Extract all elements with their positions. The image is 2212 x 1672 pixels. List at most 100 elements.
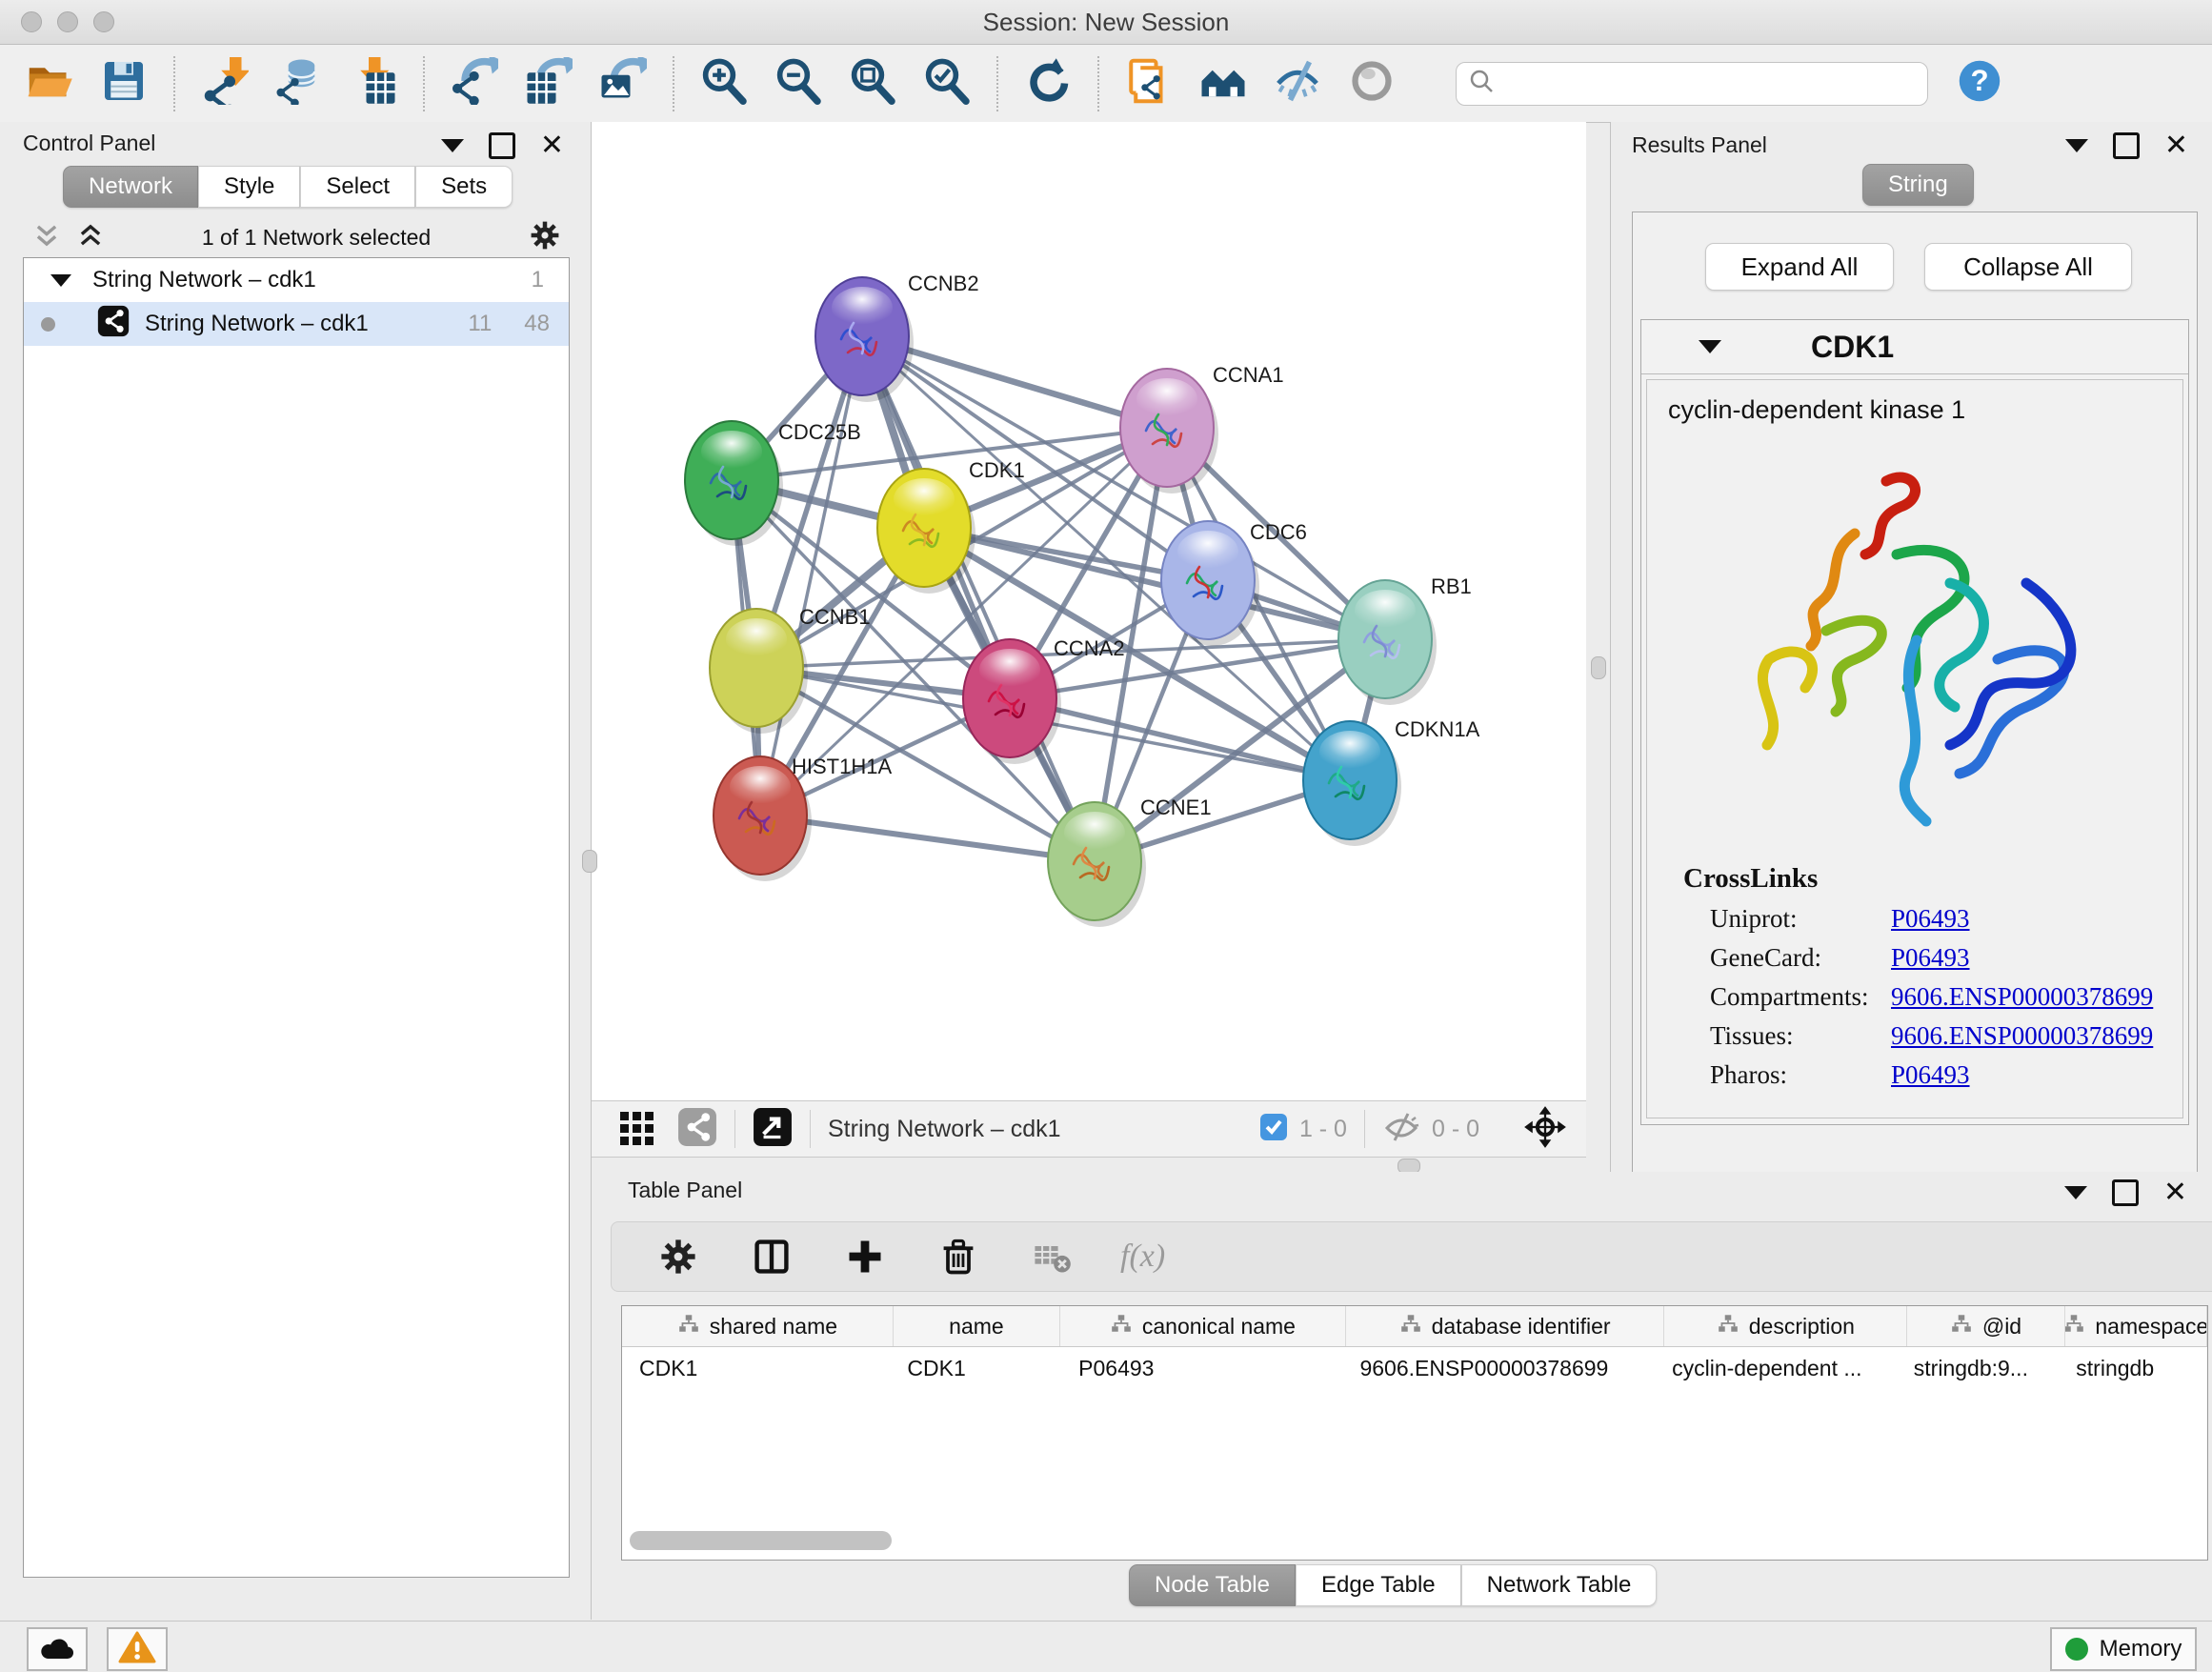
save-session-button[interactable] bbox=[99, 59, 149, 109]
import-network-database-button[interactable] bbox=[274, 59, 324, 109]
panel-menu-icon[interactable] bbox=[441, 139, 464, 152]
column-header-shared-name[interactable]: shared name bbox=[622, 1306, 894, 1346]
column-header-description[interactable]: description bbox=[1664, 1306, 1907, 1346]
column-header-name[interactable]: name bbox=[894, 1306, 1060, 1346]
node-label-CCNE1: CCNE1 bbox=[1140, 796, 1212, 819]
zoom-fit-icon bbox=[849, 57, 896, 110]
import-network-file-button[interactable] bbox=[200, 59, 250, 109]
grid-view-icon[interactable] bbox=[618, 1108, 656, 1151]
export-image-button[interactable] bbox=[598, 59, 648, 109]
cell-name[interactable]: CDK1 bbox=[890, 1347, 1061, 1389]
tab-select[interactable]: Select bbox=[300, 166, 415, 208]
collapse-all-button[interactable]: Collapse All bbox=[1924, 243, 2132, 291]
tree-expander-icon[interactable] bbox=[50, 274, 71, 287]
delete-column-trash-icon[interactable] bbox=[934, 1232, 983, 1281]
node-HIST1H1A[interactable]: HIST1H1A bbox=[714, 755, 892, 881]
tab-string[interactable]: String bbox=[1862, 164, 1974, 206]
float-panel-icon[interactable] bbox=[489, 132, 515, 159]
import-table-file-button[interactable] bbox=[349, 59, 398, 109]
crosslink-value-2[interactable]: 9606.ENSP00000378699 bbox=[1891, 982, 2153, 1012]
cell-canonical-name[interactable]: P06493 bbox=[1061, 1347, 1342, 1389]
tab-edge-table[interactable]: Edge Table bbox=[1296, 1564, 1461, 1606]
network-options-gear-icon[interactable] bbox=[528, 218, 562, 257]
show-columns-icon[interactable] bbox=[747, 1232, 796, 1281]
float-panel-icon[interactable] bbox=[2113, 132, 2140, 159]
node-CCNA1[interactable]: CCNA1 bbox=[1120, 363, 1284, 494]
network-collection-row[interactable]: String Network – cdk1 1 bbox=[24, 258, 569, 302]
left-splitter-handle[interactable] bbox=[582, 850, 597, 873]
tab-network-table[interactable]: Network Table bbox=[1461, 1564, 1658, 1606]
tab-node-table[interactable]: Node Table bbox=[1129, 1564, 1296, 1606]
selected-checkbox-icon[interactable] bbox=[1259, 1113, 1288, 1146]
edge-CCNB2-CCNE1[interactable] bbox=[862, 336, 1095, 861]
node-RB1[interactable]: RB1 bbox=[1338, 574, 1472, 705]
collapse-all-tree-icon[interactable] bbox=[32, 223, 61, 252]
table-options-gear-icon[interactable] bbox=[654, 1232, 703, 1281]
clone-network-button[interactable] bbox=[1124, 59, 1174, 109]
warnings-button[interactable] bbox=[107, 1627, 168, 1671]
string-network-badge-icon[interactable] bbox=[677, 1107, 717, 1152]
tab-style[interactable]: Style bbox=[198, 166, 300, 208]
network-canvas[interactable]: CCNB2CCNA1CDC25BCDK1CDC6RB1CCNB1CCNA2CDK… bbox=[592, 122, 1586, 1100]
node-CCNB2[interactable]: CCNB2 bbox=[815, 272, 979, 402]
node-label-RB1: RB1 bbox=[1431, 574, 1472, 598]
cell--id[interactable]: stringdb:9... bbox=[1897, 1347, 2060, 1389]
birds-eye-view-icon[interactable] bbox=[753, 1107, 793, 1152]
entry-expander-icon[interactable] bbox=[1699, 340, 1721, 353]
table-horizontal-scrollbar[interactable] bbox=[630, 1531, 892, 1550]
cell-namespace[interactable]: stringdb bbox=[2059, 1347, 2207, 1389]
crosslink-value-0[interactable]: P06493 bbox=[1891, 904, 1970, 934]
first-neighbors-button[interactable] bbox=[1198, 59, 1248, 109]
cell-shared-name[interactable]: CDK1 bbox=[622, 1347, 890, 1389]
zoom-fit-button[interactable] bbox=[848, 59, 897, 109]
string-network-graph[interactable]: CCNB2CCNA1CDC25BCDK1CDC6RB1CCNB1CCNA2CDK… bbox=[592, 122, 1586, 1100]
zoom-window-button[interactable] bbox=[93, 11, 114, 32]
node-CDKN1A[interactable]: CDKN1A bbox=[1303, 717, 1480, 846]
column-header-canonical-name[interactable]: canonical name bbox=[1060, 1306, 1346, 1346]
minimize-window-button[interactable] bbox=[57, 11, 78, 32]
column-header-namespace[interactable]: namespace bbox=[2065, 1306, 2207, 1346]
table-row[interactable]: CDK1CDK1P064939606.ENSP00000378699cyclin… bbox=[622, 1347, 2207, 1389]
cell-database-identifier[interactable]: 9606.ENSP00000378699 bbox=[1342, 1347, 1655, 1389]
highlight-eye-button[interactable] bbox=[1347, 59, 1397, 109]
panel-menu-icon[interactable] bbox=[2064, 1186, 2087, 1199]
node-CCNE1[interactable]: CCNE1 bbox=[1048, 796, 1212, 927]
create-column-plus-icon[interactable] bbox=[840, 1232, 890, 1281]
tab-sets[interactable]: Sets bbox=[415, 166, 513, 208]
help-button[interactable]: ? bbox=[1955, 59, 2004, 109]
network-row-selected[interactable]: String Network – cdk1 11 48 bbox=[24, 302, 569, 346]
node-label-CCNA1: CCNA1 bbox=[1213, 363, 1284, 387]
search-input[interactable] bbox=[1495, 70, 1916, 98]
expand-all-tree-icon[interactable] bbox=[76, 223, 105, 252]
zoom-in-button[interactable] bbox=[699, 59, 749, 109]
edge-CCNB2-HIST1H1A[interactable] bbox=[760, 336, 862, 816]
node-table[interactable]: shared namenamecanonical namedatabase id… bbox=[621, 1305, 2208, 1561]
zoom-out-button[interactable] bbox=[774, 59, 823, 109]
crosslink-value-1[interactable]: P06493 bbox=[1891, 943, 1970, 973]
expand-all-button[interactable]: Expand All bbox=[1705, 243, 1894, 291]
panel-menu-icon[interactable] bbox=[2065, 139, 2088, 152]
cell-description[interactable]: cyclin-dependent ... bbox=[1655, 1347, 1897, 1389]
open-session-button[interactable] bbox=[25, 59, 74, 109]
memory-button[interactable]: Memory bbox=[2050, 1627, 2197, 1671]
refresh-view-button[interactable] bbox=[1023, 59, 1073, 109]
column-header-database-identifier[interactable]: database identifier bbox=[1346, 1306, 1665, 1346]
close-window-button[interactable] bbox=[21, 11, 42, 32]
search-box[interactable] bbox=[1456, 62, 1928, 106]
tab-network[interactable]: Network bbox=[63, 166, 198, 208]
zoom-selected-button[interactable] bbox=[922, 59, 972, 109]
cloud-button[interactable] bbox=[27, 1627, 88, 1671]
column-header--id[interactable]: @id bbox=[1907, 1306, 2064, 1346]
float-panel-icon[interactable] bbox=[2112, 1179, 2139, 1206]
close-panel-icon[interactable]: ✕ bbox=[2164, 135, 2188, 156]
close-panel-icon[interactable]: ✕ bbox=[2163, 1182, 2187, 1203]
node-CDC25B[interactable]: CDC25B bbox=[685, 420, 861, 546]
right-splitter-handle[interactable] bbox=[1591, 656, 1606, 679]
crosslink-value-3[interactable]: 9606.ENSP00000378699 bbox=[1891, 1021, 2153, 1051]
fit-selected-crosshair-icon[interactable] bbox=[1523, 1105, 1567, 1154]
export-network-button[interactable] bbox=[450, 59, 499, 109]
crosslink-value-4[interactable]: P06493 bbox=[1891, 1060, 1970, 1090]
export-table-button[interactable] bbox=[524, 59, 573, 109]
close-panel-icon[interactable]: ✕ bbox=[540, 135, 564, 156]
show-hide-graphics-button[interactable] bbox=[1273, 59, 1322, 109]
